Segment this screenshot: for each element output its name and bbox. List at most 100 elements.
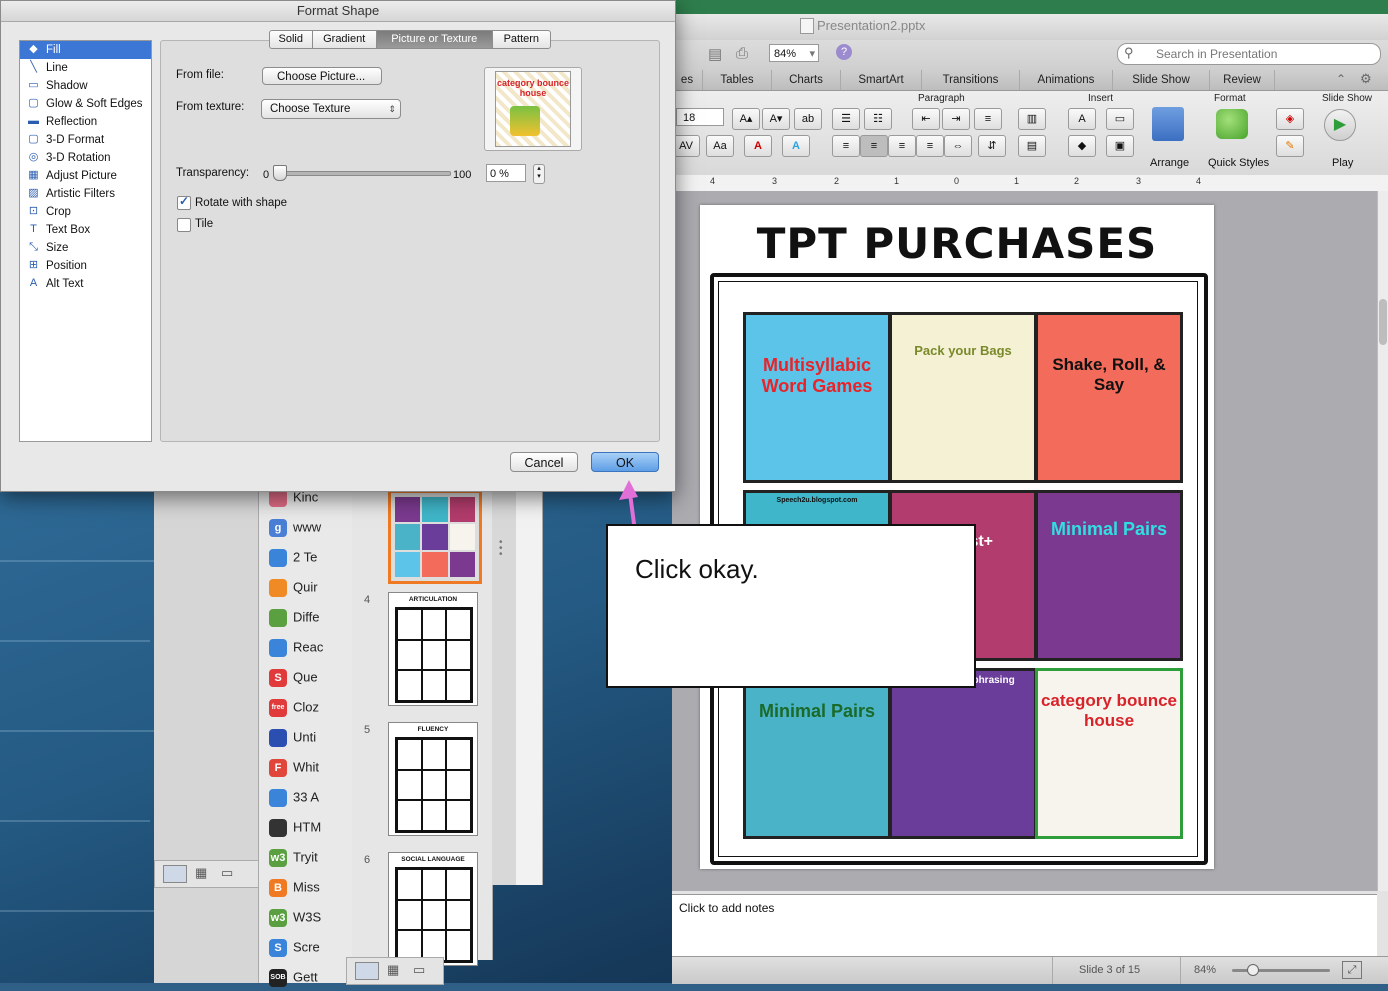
product-thumbnail[interactable]: Shake, Roll, & Say — [1035, 312, 1183, 483]
text-effects-icon[interactable]: A — [782, 135, 810, 157]
slide-thumbnail[interactable]: SOCIAL LANGUAGE — [388, 852, 478, 966]
distribute-icon[interactable]: ⇔ — [944, 135, 972, 157]
font-size-select[interactable]: 18 — [676, 108, 724, 126]
slide-title[interactable]: TPT PURCHASES — [700, 219, 1214, 268]
tab-solid[interactable]: Solid — [270, 31, 313, 48]
arrange-icon[interactable] — [1152, 107, 1184, 141]
transparency-stepper[interactable]: ▴ ▾ — [533, 164, 545, 184]
align-right-icon[interactable]: ≡ — [888, 135, 916, 157]
zoom-slider-knob[interactable] — [1247, 964, 1259, 976]
media-icon[interactable]: ▣ — [1106, 135, 1134, 157]
tab-themes[interactable]: es — [672, 70, 703, 90]
bookmark-item[interactable]: g www — [269, 519, 353, 541]
normal-view-icon[interactable] — [163, 865, 187, 883]
category-crop[interactable]: ⊡ Crop — [20, 203, 151, 221]
collapse-ribbon-icon[interactable]: ⌃ — [1336, 72, 1346, 86]
char-spacing-icon[interactable]: AV — [672, 135, 700, 157]
zoom-select[interactable]: 84% ▾ — [769, 44, 819, 62]
tab-slide-show[interactable]: Slide Show — [1113, 70, 1210, 90]
search-input[interactable]: Search in Presentation — [1156, 47, 1277, 61]
grid-view-icon[interactable]: ▦ — [195, 865, 207, 881]
category-fill[interactable]: ◆ Fill — [20, 41, 151, 59]
justify-icon[interactable]: ≡ — [916, 135, 944, 157]
fit-window-icon[interactable]: ⤢ — [1342, 961, 1362, 979]
bookmark-item[interactable]: F Whit — [269, 759, 353, 781]
align-left-icon[interactable]: ≡ — [832, 135, 860, 157]
vertical-scrollbar[interactable] — [1377, 191, 1388, 891]
category-glow-soft-edges[interactable]: ▢ Glow & Soft Edges — [20, 95, 151, 113]
category-3-d-format[interactable]: ▢ 3-D Format — [20, 131, 151, 149]
presenter-view-icon[interactable]: ▭ — [221, 865, 233, 881]
transparency-slider[interactable] — [274, 171, 451, 176]
play-button-label[interactable]: Play — [1332, 157, 1353, 169]
shape-line-icon[interactable]: ✎ — [1276, 135, 1304, 157]
layout-icon[interactable]: ▤ — [708, 45, 722, 63]
category-line[interactable]: ╲ Line — [20, 59, 151, 77]
category-text-box[interactable]: T Text Box — [20, 221, 151, 239]
text-direction-icon[interactable]: ⇵ — [978, 135, 1006, 157]
line-spacing-icon[interactable]: ≡ — [974, 108, 1002, 130]
category-alt-text[interactable]: A Alt Text — [20, 275, 151, 293]
bookmark-item[interactable]: B Miss — [269, 879, 353, 901]
bullets-icon[interactable]: ☰ — [832, 108, 860, 130]
product-thumbnail[interactable]: Pack your Bags — [889, 312, 1037, 483]
help-icon[interactable]: ? — [836, 44, 852, 60]
bookmark-item[interactable]: 2 Te — [269, 549, 353, 571]
bookmark-item[interactable]: w3 Tryit — [269, 849, 353, 871]
tile-checkbox[interactable] — [177, 218, 191, 232]
category-size[interactable]: ⤡ Size — [20, 239, 151, 257]
splitter-grip-icon[interactable]: • • • — [499, 538, 503, 560]
bookmark-item[interactable]: Kinc — [269, 489, 353, 511]
search-field[interactable]: ⚲ Search in Presentation — [1117, 43, 1381, 65]
category-shadow[interactable]: ▭ Shadow — [20, 77, 151, 95]
bookmark-item[interactable]: Diffe — [269, 609, 353, 631]
tab-animations[interactable]: Animations — [1020, 70, 1113, 90]
scroll-thumb[interactable] — [1379, 299, 1387, 345]
bookmark-item[interactable]: SOB Gett — [269, 969, 353, 991]
bookmark-item[interactable]: HTM — [269, 819, 353, 841]
picture-icon[interactable]: ▭ — [1106, 108, 1134, 130]
choose-texture-popup[interactable]: Choose Texture ⇕ — [261, 99, 401, 119]
quick-styles-icon[interactable] — [1216, 109, 1248, 139]
product-thumbnail-selected[interactable]: category bounce house — [1035, 668, 1183, 839]
reading-view-icon[interactable]: ▭ — [413, 962, 425, 978]
align-center-icon[interactable]: ≡ — [860, 135, 888, 157]
tab-tables[interactable]: Tables — [703, 70, 772, 90]
bookmark-item[interactable]: free Cloz — [269, 699, 353, 721]
bookmark-item[interactable]: S Scre — [269, 939, 353, 961]
quick-styles-button-label[interactable]: Quick Styles — [1208, 157, 1269, 169]
shrink-font-icon[interactable]: A▾ — [762, 108, 790, 130]
columns-icon[interactable]: ▥ — [1018, 108, 1046, 130]
gear-icon[interactable]: ⚙ — [1360, 71, 1372, 87]
product-thumbnail[interactable]: Multisyllabic Word Games — [743, 312, 891, 483]
slide-sorter-icon[interactable]: ▦ — [387, 962, 399, 978]
transparency-input[interactable]: 0 % — [486, 164, 526, 182]
category-reflection[interactable]: ▬ Reflection — [20, 113, 151, 131]
bookmark-item[interactable]: 33 A — [269, 789, 353, 811]
notes-placeholder[interactable]: Click to add notes — [679, 901, 774, 915]
slide-thumbnail[interactable]: ARTICULATION — [388, 592, 478, 706]
shape-fill-icon[interactable]: ◈ — [1276, 108, 1304, 130]
slide-thumbnail-current[interactable] — [388, 490, 482, 584]
arrange-button-label[interactable]: Arrange — [1150, 157, 1189, 169]
tab-gradient[interactable]: Gradient — [313, 31, 377, 48]
category-position[interactable]: ⊞ Position — [20, 257, 151, 275]
notes-pane[interactable]: Click to add notes — [672, 894, 1377, 957]
product-thumbnail[interactable]: Minimal Pairs — [743, 668, 891, 839]
clear-format-icon[interactable]: ab — [794, 108, 822, 130]
tab-pattern[interactable]: Pattern — [493, 31, 550, 48]
font-color-icon[interactable]: A — [744, 135, 772, 157]
tab-picture-or-texture[interactable]: Picture or Texture — [376, 31, 493, 48]
product-thumbnail[interactable]: Minimal Pairs — [1035, 490, 1183, 661]
align-text-icon[interactable]: ▤ — [1018, 135, 1046, 157]
choose-picture-button[interactable]: Choose Picture... — [262, 67, 382, 85]
category-artistic-filters[interactable]: ▨ Artistic Filters — [20, 185, 151, 203]
ok-button[interactable]: OK — [591, 452, 659, 472]
rotate-with-shape-checkbox[interactable]: ✓ — [177, 194, 191, 210]
bookmark-item[interactable]: w3 W3S — [269, 909, 353, 931]
transparency-slider-knob[interactable] — [273, 165, 287, 181]
pane-splitter[interactable]: • • • — [492, 490, 517, 885]
bookmark-item[interactable]: S Que — [269, 669, 353, 691]
bookmark-item[interactable]: Unti — [269, 729, 353, 751]
play-icon[interactable]: ▶ — [1324, 109, 1356, 141]
